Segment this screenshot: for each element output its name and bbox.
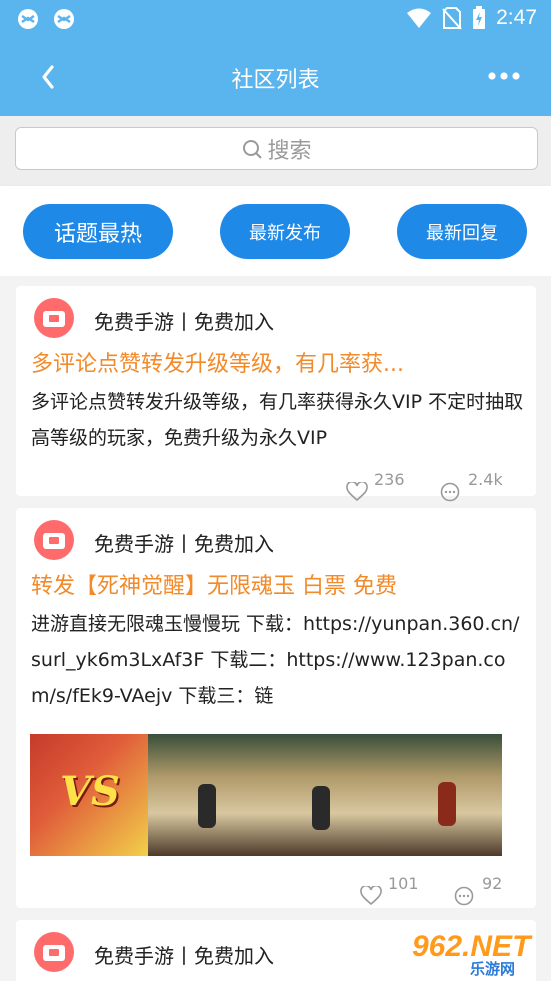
wifi-icon bbox=[407, 8, 432, 28]
like-count: 101 bbox=[388, 874, 419, 893]
post-list[interactable]: 免费手游丨免费加入 多评论点赞转发升级等级，有几率获... 多评论点赞转发升级等… bbox=[0, 276, 551, 981]
status-bar: 2:47 bbox=[0, 0, 551, 38]
comment-count: 92 bbox=[482, 874, 503, 893]
comment-bubble-icon[interactable] bbox=[439, 482, 461, 502]
post-body: 进游直接无限魂玉慢慢玩 下载：https://yunpan.360.cn/sur… bbox=[31, 613, 520, 707]
avatar[interactable] bbox=[34, 298, 74, 338]
like-count: 236 bbox=[374, 470, 405, 489]
app-notification-icon bbox=[18, 9, 38, 29]
comment-bubble-icon[interactable] bbox=[453, 886, 475, 906]
game-screenshot bbox=[148, 734, 266, 856]
search-area: 搜索 bbox=[0, 116, 551, 186]
more-options-icon[interactable] bbox=[487, 68, 521, 84]
filter-latest-reply-button[interactable]: 最新回复 bbox=[397, 204, 527, 259]
site-watermark: 962.NET 乐游网 bbox=[412, 930, 546, 978]
avatar[interactable] bbox=[34, 932, 74, 972]
watermark-site-name: 乐游网 bbox=[470, 960, 516, 978]
battery-charging-icon bbox=[473, 6, 486, 29]
game-screenshot bbox=[266, 734, 384, 856]
game-screenshot bbox=[384, 734, 502, 856]
search-icon bbox=[243, 139, 263, 159]
app-notification-icon bbox=[54, 9, 74, 29]
search-input[interactable]: 搜索 bbox=[15, 127, 538, 170]
filter-hottest-button[interactable]: 话题最热 bbox=[23, 204, 173, 259]
page-title: 社区列表 bbox=[231, 68, 320, 93]
post-author[interactable]: 免费手游丨免费加入 bbox=[94, 306, 274, 335]
post-body: 多评论点赞转发升级等级，有几率获得永久VIP 不定时抽取高等级的玩家，免费升级为… bbox=[31, 391, 524, 449]
post-card[interactable]: 免费手游丨免费加入 转发【死神觉醒】无限魂玉 白票 免费 进游直接无限魂玉慢慢玩… bbox=[16, 508, 536, 908]
post-author[interactable]: 免费手游丨免费加入 bbox=[94, 528, 274, 557]
clock: 2:47 bbox=[496, 6, 537, 29]
post-card[interactable]: 免费手游丨免费加入 多评论点赞转发升级等级，有几率获... 多评论点赞转发升级等… bbox=[16, 286, 536, 502]
like-heart-icon[interactable] bbox=[346, 482, 368, 502]
post-author[interactable]: 免费手游丨免费加入 bbox=[94, 940, 274, 969]
avatar[interactable] bbox=[34, 520, 74, 560]
post-title[interactable]: 转发【死神觉醒】无限魂玉 白票 免费 bbox=[31, 568, 397, 600]
title-bar: 社区列表 bbox=[0, 38, 551, 116]
search-placeholder: 搜索 bbox=[267, 138, 312, 164]
game-cover-art: VS bbox=[30, 734, 148, 856]
filter-latest-post-button[interactable]: 最新发布 bbox=[220, 204, 350, 259]
filter-bar: 话题最热 最新发布 最新回复 bbox=[0, 186, 551, 276]
post-title[interactable]: 多评论点赞转发升级等级，有几率获... bbox=[31, 346, 404, 378]
no-sim-icon bbox=[442, 7, 462, 30]
like-heart-icon[interactable] bbox=[360, 886, 382, 906]
post-image[interactable]: VS bbox=[30, 734, 502, 856]
comment-count: 2.4k bbox=[468, 470, 503, 489]
